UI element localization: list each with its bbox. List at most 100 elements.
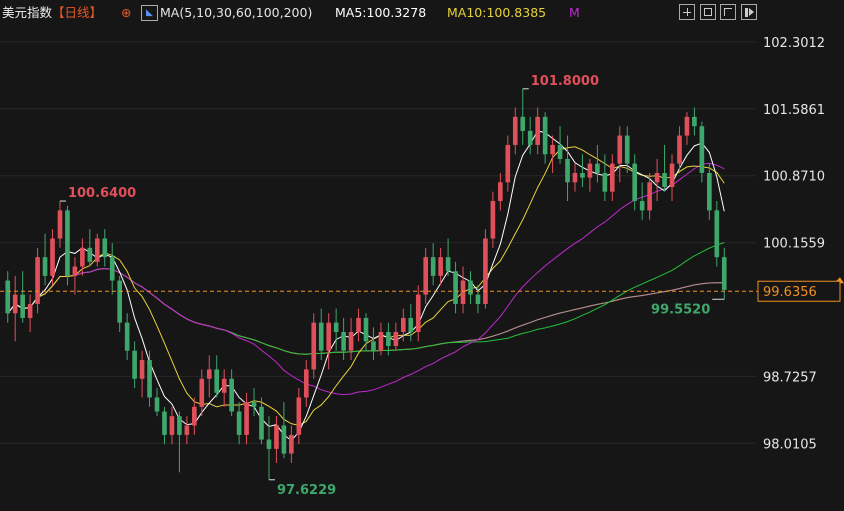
candle[interactable] <box>609 154 615 202</box>
candle[interactable] <box>707 163 712 220</box>
candle[interactable] <box>162 406 167 445</box>
candle[interactable] <box>535 107 540 155</box>
candle[interactable] <box>154 388 160 417</box>
candle[interactable] <box>580 154 585 188</box>
candle[interactable] <box>139 350 145 398</box>
candle[interactable] <box>356 308 361 342</box>
candle[interactable] <box>550 135 555 173</box>
candle-body <box>65 210 70 276</box>
candle[interactable] <box>5 271 11 323</box>
candle[interactable] <box>505 135 511 192</box>
candle[interactable] <box>415 285 421 342</box>
candle[interactable] <box>490 191 496 248</box>
candle[interactable] <box>311 313 317 379</box>
candle[interactable] <box>169 406 175 445</box>
candle[interactable] <box>669 154 675 202</box>
candle[interactable] <box>595 144 600 183</box>
candle[interactable] <box>378 322 384 356</box>
candle-body <box>527 130 533 145</box>
candle[interactable] <box>72 257 78 295</box>
candle[interactable] <box>557 126 563 164</box>
candle[interactable] <box>289 425 294 463</box>
candle[interactable] <box>94 233 100 267</box>
candle[interactable] <box>438 247 443 286</box>
candle[interactable] <box>430 243 436 286</box>
candle[interactable] <box>132 341 137 389</box>
candle[interactable] <box>184 416 190 445</box>
candle[interactable] <box>527 116 533 155</box>
candle[interactable] <box>177 411 182 473</box>
candle[interactable] <box>348 317 354 361</box>
candle[interactable] <box>214 355 220 398</box>
candle-body <box>177 416 182 435</box>
candle[interactable] <box>692 107 697 136</box>
candle[interactable] <box>244 392 249 445</box>
candle[interactable] <box>483 229 488 309</box>
candle[interactable] <box>296 388 302 445</box>
candle-body <box>42 257 48 276</box>
candle[interactable] <box>192 397 197 435</box>
moving-average-lines <box>7 130 725 442</box>
candle-body <box>595 163 600 173</box>
candle[interactable] <box>460 266 466 314</box>
candle[interactable] <box>274 416 279 463</box>
candle[interactable] <box>35 247 40 314</box>
candle[interactable] <box>318 308 324 361</box>
candle[interactable] <box>147 350 152 407</box>
candle[interactable] <box>236 402 242 445</box>
candle[interactable] <box>512 107 518 155</box>
candle[interactable] <box>572 163 578 192</box>
candle[interactable] <box>326 313 331 370</box>
candle[interactable] <box>393 322 399 351</box>
candle[interactable] <box>50 229 55 286</box>
candle[interactable] <box>445 238 451 276</box>
candle[interactable] <box>453 261 458 314</box>
candle[interactable] <box>371 327 376 361</box>
candle[interactable] <box>498 172 503 211</box>
candle[interactable] <box>12 275 18 342</box>
candle[interactable] <box>520 88 526 145</box>
candle[interactable] <box>42 233 48 286</box>
candle[interactable] <box>699 121 705 183</box>
candle[interactable] <box>65 205 70 286</box>
candle[interactable] <box>102 229 108 267</box>
candle[interactable] <box>617 126 623 183</box>
candle[interactable] <box>117 275 123 332</box>
candle[interactable] <box>602 154 608 202</box>
candle[interactable] <box>281 402 287 459</box>
candles[interactable] <box>5 88 727 480</box>
candle[interactable] <box>654 158 660 202</box>
candle[interactable] <box>251 388 257 417</box>
candle-body <box>221 378 227 393</box>
candlestick-chart[interactable]: 102.3012 101.5861 100.8710 100.1559 98.7… <box>0 0 844 511</box>
candle[interactable] <box>662 144 667 192</box>
candle-body <box>654 172 660 183</box>
candle-body <box>266 439 272 449</box>
candle[interactable] <box>124 313 130 361</box>
candle[interactable] <box>542 112 548 164</box>
candle[interactable] <box>20 271 25 323</box>
candle-body <box>617 135 623 164</box>
candle[interactable] <box>57 201 63 248</box>
candle[interactable] <box>714 201 720 267</box>
candle[interactable] <box>27 294 33 332</box>
candle[interactable] <box>341 317 346 361</box>
candle[interactable] <box>423 247 429 304</box>
candle[interactable] <box>87 229 93 267</box>
candle[interactable] <box>587 158 593 192</box>
candle[interactable] <box>221 369 227 407</box>
candle-body <box>35 257 40 304</box>
candle-body <box>363 317 369 342</box>
candle[interactable] <box>639 182 645 220</box>
candle[interactable] <box>684 112 690 145</box>
candle[interactable] <box>109 243 115 295</box>
candle[interactable] <box>468 271 473 304</box>
candle[interactable] <box>303 360 309 407</box>
candle[interactable] <box>206 355 212 398</box>
candle[interactable] <box>565 135 570 202</box>
candle-body <box>162 411 167 435</box>
candle[interactable] <box>632 154 638 211</box>
candle[interactable] <box>333 308 339 351</box>
candle-body <box>192 406 197 426</box>
candle[interactable] <box>259 397 264 445</box>
